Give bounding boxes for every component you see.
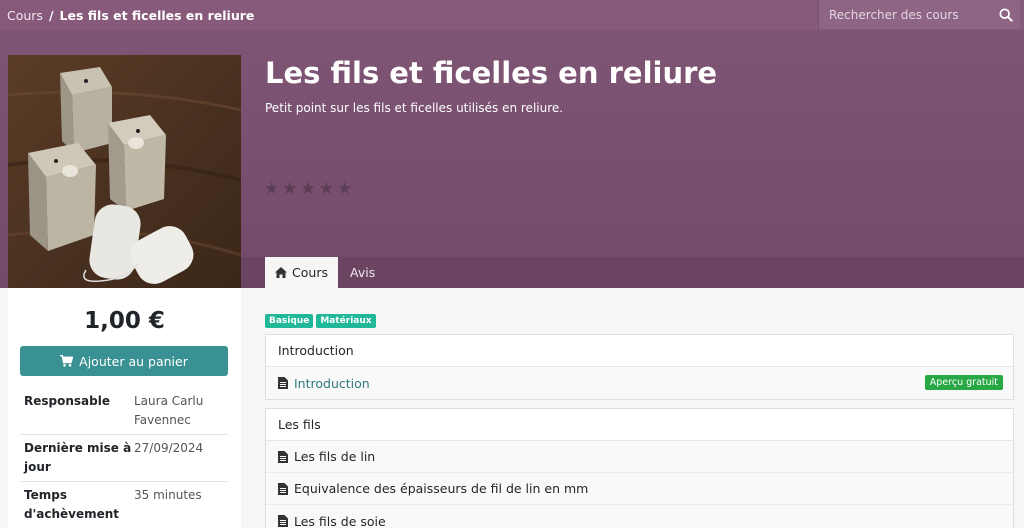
section-introduction: Introduction Introduction Aperçu gratuit [265,334,1014,400]
search-button[interactable] [992,0,1020,29]
star-icon: ★ [264,179,280,199]
tag-badge[interactable]: Basique [265,314,314,328]
course-cover-image [8,55,241,288]
document-icon [278,482,288,495]
info-row: Dernière mise à jour 27/09/2024 [20,434,228,481]
lesson-item[interactable]: Equivalence des épaisseurs de fil de lin… [266,473,1013,505]
course-rating: ★ ★ ★ ★ ★ [264,181,352,198]
section-title: Introduction [266,335,1013,367]
tab-avis[interactable]: Avis [350,257,375,288]
info-value: 35 minutes [134,488,202,502]
course-header: Les fils et ficelles en reliure Petit po… [0,30,1024,288]
lesson-title: Les fils de lin [294,449,376,464]
document-icon [278,377,288,389]
course-price: 1,00 € [84,308,165,334]
tab-avis-label: Avis [350,265,376,280]
lesson-link[interactable]: Introduction [294,376,370,391]
search-input[interactable] [819,0,992,29]
star-icon: ★ [337,179,353,199]
lesson-title: Les fils de soie [294,513,386,528]
free-preview-badge: Aperçu gratuit [924,375,1003,390]
lesson-title: Equivalence des épaisseurs de fil de lin… [294,481,589,496]
course-tabs: Cours Avis [241,257,1024,288]
document-icon [278,515,288,527]
course-title: Les fils et ficelles en reliure [265,56,718,90]
info-value: 27/09/2024 [134,441,204,455]
breadcrumb-current: Les fils et ficelles en reliure [59,7,255,23]
breadcrumb-courses-link[interactable]: Cours [7,8,43,23]
lesson-item[interactable]: Introduction Aperçu gratuit [266,367,1013,399]
search-icon [999,7,1013,22]
course-sidebar: 1,00 € Ajouter au panier Responsable Lau… [8,288,241,528]
lesson-item[interactable]: Les fils de lin [266,441,1013,473]
lesson-item[interactable]: Les fils de soie [266,505,1013,528]
tab-cours-label: Cours [292,265,328,280]
info-row: Temps d'achèvement 35 minutes [20,481,228,528]
document-icon [278,450,288,463]
star-icon: ★ [300,179,316,199]
course-info-table: Responsable Laura Carlu Favennec Dernièr… [20,388,228,528]
info-label: Responsable [24,394,110,408]
course-tags: Basique Matériaux [265,314,376,328]
info-label: Dernière mise à jour [24,441,132,474]
add-to-cart-button[interactable]: Ajouter au panier [20,346,228,376]
shopping-cart-icon [60,355,74,367]
info-row: Responsable Laura Carlu Favennec [20,388,228,434]
info-value: Laura Carlu Favennec [134,394,204,427]
home-icon [275,267,288,278]
search-box [818,0,1020,29]
tag-badge[interactable]: Matériaux [316,314,376,328]
info-label: Temps d'achèvement [24,488,120,521]
section-title: Les fils [266,409,1013,441]
section-les-fils: Les fils Les fils de lin Equivalence des… [265,408,1014,528]
course-subtitle: Petit point sur les fils et ficelles uti… [265,101,564,115]
add-to-cart-label: Ajouter au panier [79,353,188,369]
breadcrumb-separator: / [48,7,54,23]
star-icon: ★ [318,179,334,199]
tab-cours[interactable]: Cours [265,257,338,288]
breadcrumb: Cours / Les fils et ficelles en reliure [0,8,254,23]
star-icon: ★ [282,179,298,199]
top-bar: Cours / Les fils et ficelles en reliure [0,0,1024,30]
